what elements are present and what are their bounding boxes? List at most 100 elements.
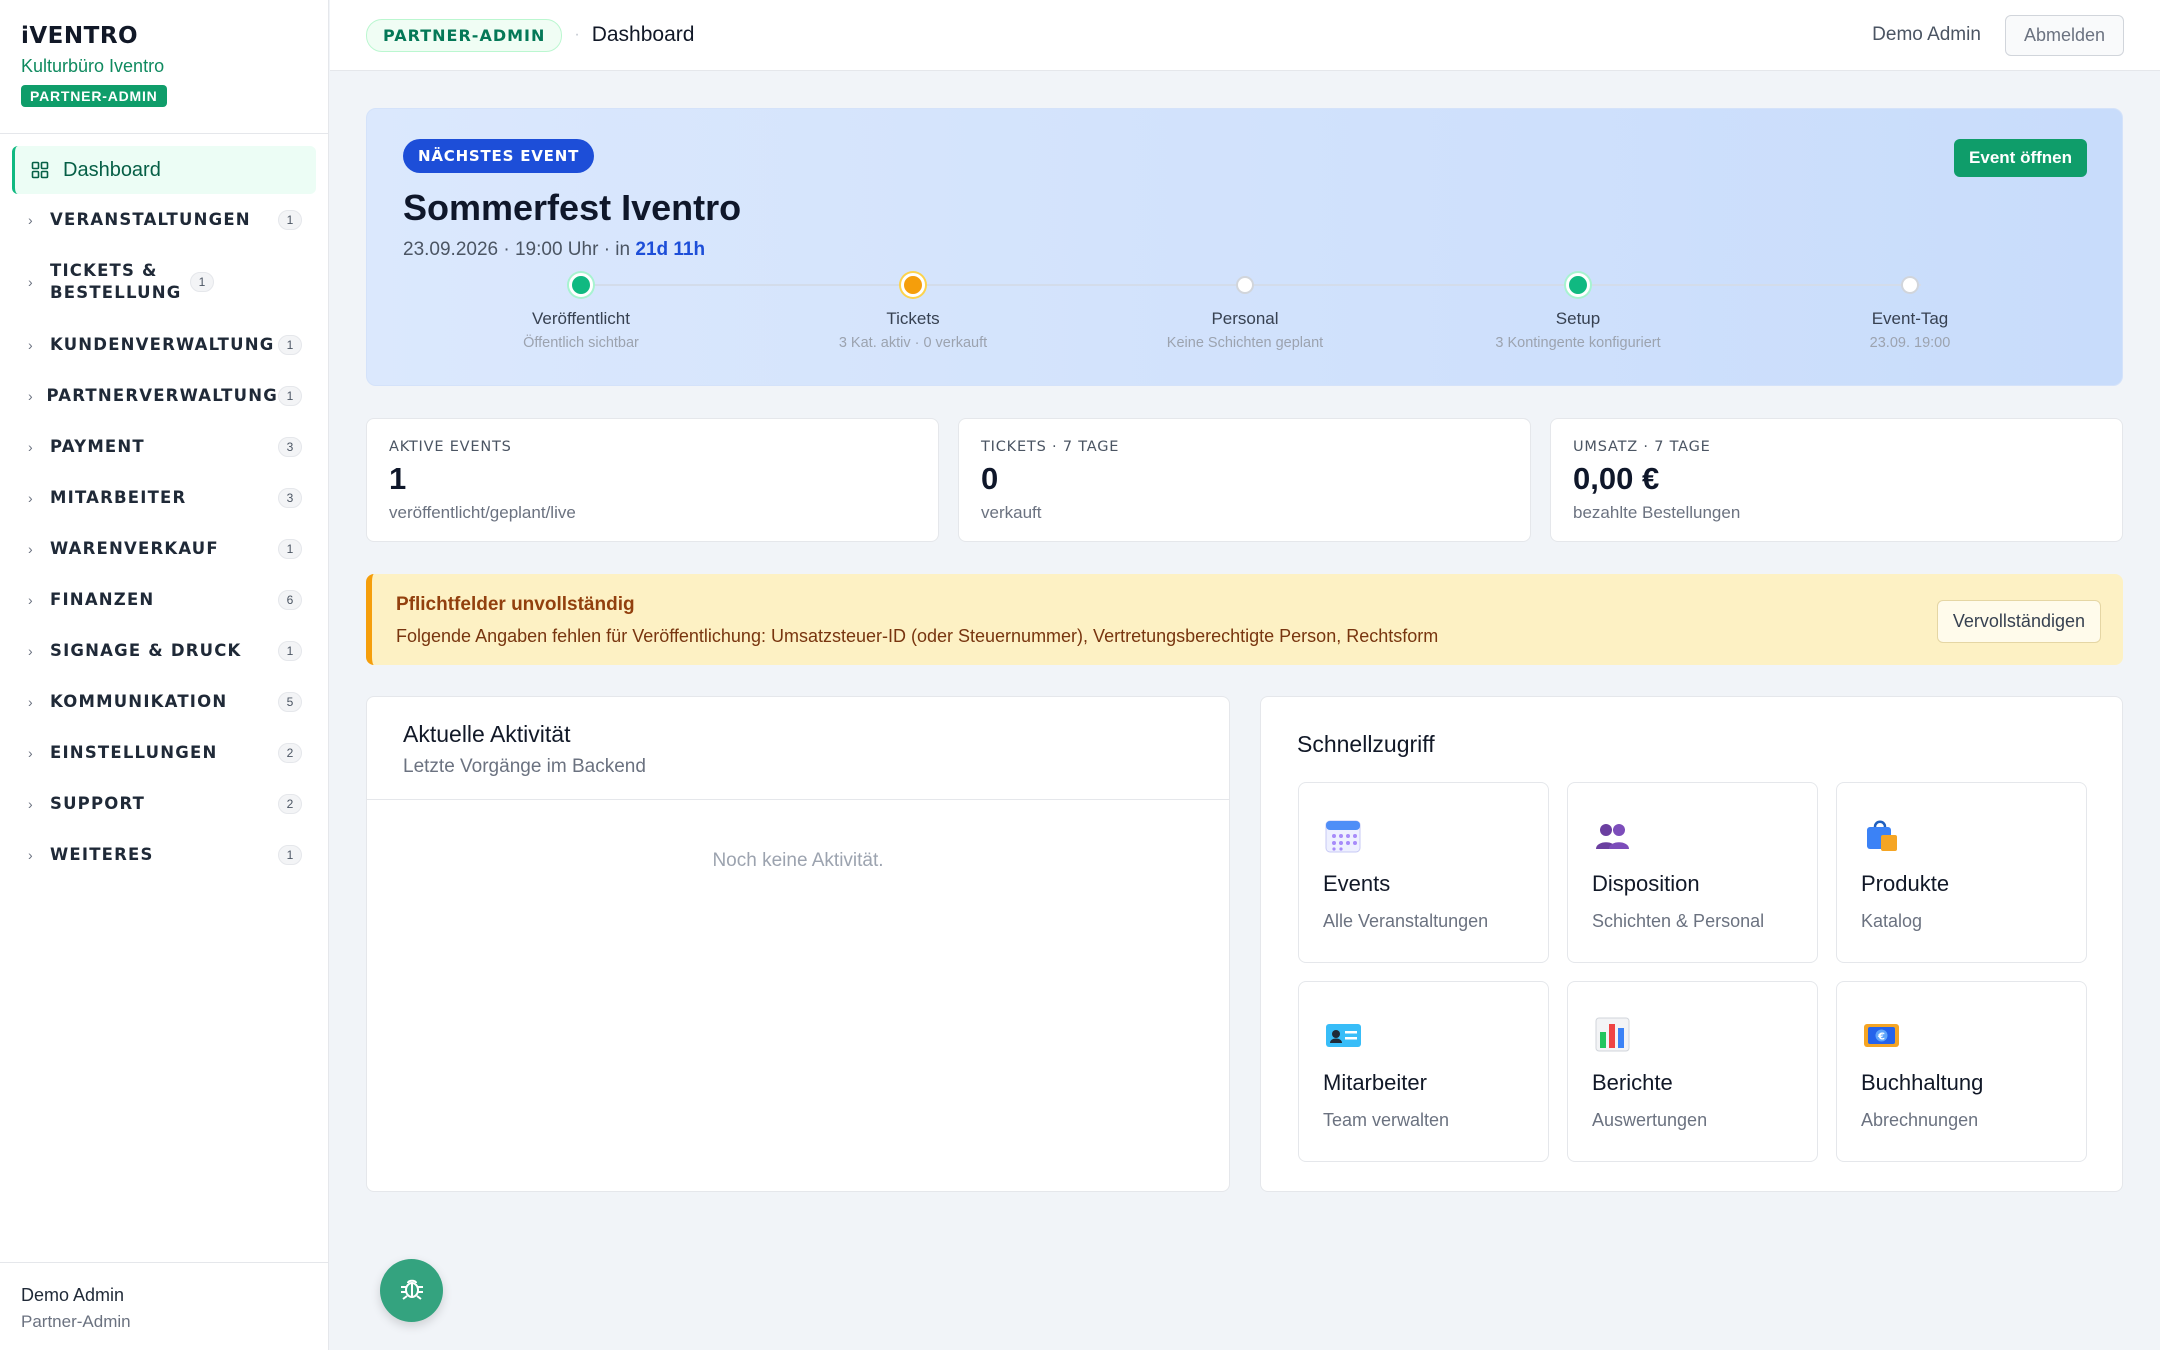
quick-tile-disposition[interactable]: Disposition Schichten & Personal (1567, 782, 1818, 963)
event-title: Sommerfest Iventro (403, 187, 742, 228)
quick-access-panel: Schnellzugriff Events Alle Veranstaltung… (1260, 696, 2123, 1192)
step-label: Setup (1555, 309, 1601, 328)
alert-title: Pflichtfelder unvollständig (396, 594, 635, 615)
step-personal: Personal Keine Schichten geplant (1095, 273, 1395, 351)
step-sub: 3 Kontingente konfiguriert (1495, 335, 1661, 351)
sidebar-item-dashboard[interactable]: Dashboard (12, 146, 316, 194)
people-icon (1592, 815, 1632, 855)
sidebar: iVENTRO Kulturbüro Iventro PARTNER-ADMIN… (0, 0, 329, 1350)
sidebar-group-partnerverwaltung[interactable]: › PARTNERVERWALTUNG 1 (12, 370, 316, 421)
step-sub: Keine Schichten geplant (1166, 335, 1324, 351)
tile-sub: Katalog (1861, 911, 1923, 931)
sidebar-group-label: SIGNAGE & DRUCK (50, 640, 242, 660)
stat-card-active-events: AKTIVE EVENTS 1 veröffentlicht/geplant/l… (366, 418, 939, 542)
count-badge: 1 (190, 272, 214, 292)
sidebar-group-label: PARTNERVERWALTUNG (46, 385, 278, 405)
event-date: 23.09.2026 · 19:00 Uhr · in (403, 239, 636, 260)
id-card-icon (1323, 1014, 1363, 1054)
sidebar-group-tickets[interactable]: › TICKETS & BESTELLUNG 1 (12, 245, 316, 319)
stat-card-tickets: TICKETS · 7 TAGE 0 verkauft (958, 418, 1531, 542)
sidebar-group-kundenverwaltung[interactable]: › KUNDENVERWALTUNG 1 (12, 319, 316, 370)
sidebar-user: Demo Admin Partner-Admin (0, 1262, 328, 1350)
quick-tile-mitarbeiter[interactable]: Mitarbeiter Team verwalten (1298, 981, 1549, 1162)
count-badge: 1 (278, 538, 302, 559)
role-badge: PARTNER-ADMIN (21, 85, 167, 107)
missing-fields-alert: Pflichtfelder unvollständig Folgende Ang… (366, 574, 2123, 665)
sidebar-group-weiteres[interactable]: › WEITERES 1 (12, 829, 316, 880)
open-event-button[interactable]: Event öffnen (1954, 139, 2087, 177)
chevron-right-icon: › (28, 336, 33, 353)
tile-name: Berichte (1592, 1070, 1673, 1095)
tile-name: Produkte (1861, 871, 1950, 896)
sidebar-group-mitarbeiter[interactable]: › MITARBEITER 3 (12, 472, 316, 523)
activity-header: Aktuelle Aktivität Letzte Vorgänge im Ba… (367, 697, 1229, 800)
chevron-right-icon: › (28, 693, 33, 710)
role-pill: PARTNER-ADMIN (366, 18, 563, 52)
step-status-dot (569, 273, 593, 297)
sidebar-group-veranstaltungen[interactable]: › VERANSTALTUNGEN 1 (12, 194, 316, 245)
count-badge: 5 (278, 691, 302, 712)
sidebar-group-label: TICKETS & BESTELLUNG (50, 261, 182, 302)
activity-panel: Aktuelle Aktivität Letzte Vorgänge im Ba… (366, 696, 1230, 1192)
quick-tile-produkte[interactable]: Produkte Katalog (1836, 782, 2087, 963)
tile-name: Buchhaltung (1861, 1070, 1984, 1095)
sidebar-group-label: WEITERES (50, 844, 154, 864)
stat-value: 0,00 € (1573, 461, 1660, 496)
step-sub: Öffentlich sichtbar (523, 335, 639, 351)
sidebar-group-finanzen[interactable]: › FINANZEN 6 (12, 574, 316, 625)
bug-icon (398, 1274, 426, 1307)
tile-sub: Schichten & Personal (1592, 911, 1765, 931)
next-event-card: NÄCHSTES EVENT Event öffnen Sommerfest I… (366, 108, 2123, 386)
step-status-dot (1901, 276, 1919, 294)
activity-subtitle: Letzte Vorgänge im Backend (403, 756, 646, 777)
step-setup: Setup 3 Kontingente konfiguriert (1428, 273, 1728, 351)
organization-name: Kulturbüro Iventro (21, 56, 165, 76)
sidebar-group-label: FINANZEN (50, 589, 155, 609)
user-name: Demo Admin (21, 1285, 125, 1305)
chevron-right-icon: › (28, 846, 33, 863)
tile-sub: Alle Veranstaltungen (1323, 911, 1489, 931)
chevron-right-icon: › (28, 387, 33, 404)
step-status-dot (1236, 276, 1254, 294)
sidebar-group-payment[interactable]: › PAYMENT 3 (12, 421, 316, 472)
count-badge: 2 (278, 742, 302, 763)
brand: iVENTRO Kulturbüro Iventro PARTNER-ADMIN (0, 0, 328, 134)
quick-access-title: Schnellzugriff (1297, 731, 1435, 757)
stat-sub: veröffentlicht/geplant/live (389, 503, 576, 522)
quick-tile-berichte[interactable]: Berichte Auswertungen (1567, 981, 1818, 1162)
tile-sub: Auswertungen (1592, 1110, 1708, 1130)
stat-sub: bezahlte Bestellungen (1573, 503, 1741, 522)
logout-button[interactable]: Abmelden (2004, 14, 2124, 56)
step-status-dot (901, 273, 925, 297)
count-badge: 1 (278, 334, 302, 355)
sidebar-group-einstellungen[interactable]: › EINSTELLUNGEN 2 (12, 727, 316, 778)
sidebar-group-signage[interactable]: › SIGNAGE & DRUCK 1 (12, 625, 316, 676)
stat-label: UMSATZ · 7 TAGE (1573, 439, 1711, 455)
sidebar-group-label: MITARBEITER (50, 487, 187, 507)
grid-icon (31, 161, 49, 179)
count-badge: 1 (278, 209, 302, 230)
sidebar-group-label: KOMMUNIKATION (50, 691, 228, 711)
quick-tile-buchhaltung[interactable]: € Buchhaltung Abrechnungen (1836, 981, 2087, 1162)
page-title: Dashboard (591, 23, 695, 46)
step-sub: 3 Kat. aktiv · 0 verkauft (838, 335, 988, 351)
sidebar-group-support[interactable]: › SUPPORT 2 (12, 778, 316, 829)
step-status-dot (1566, 273, 1590, 297)
sidebar-group-label: SUPPORT (50, 793, 146, 813)
sidebar-group-label: WARENVERKAUF (50, 538, 219, 558)
shopping-bag-icon (1861, 815, 1901, 855)
tile-name: Disposition (1592, 871, 1700, 896)
count-badge: 3 (278, 487, 302, 508)
count-badge: 2 (278, 793, 302, 814)
quick-tile-events[interactable]: Events Alle Veranstaltungen (1298, 782, 1549, 963)
brand-logo[interactable]: iVENTRO (21, 22, 307, 50)
sidebar-group-kommunikation[interactable]: › KOMMUNIKATION 5 (12, 676, 316, 727)
sidebar-group-label: VERANSTALTUNGEN (50, 209, 251, 229)
topbar: PARTNER-ADMIN · Dashboard Demo Admin Abm… (330, 0, 2160, 71)
complete-button[interactable]: Vervollständigen (1936, 600, 2101, 643)
bug-report-button[interactable] (380, 1259, 443, 1322)
sidebar-group-warenverkauf[interactable]: › WARENVERKAUF 1 (12, 523, 316, 574)
calendar-icon (1323, 815, 1363, 855)
sidebar-group-label: EINSTELLUNGEN (50, 742, 218, 762)
chevron-right-icon: › (28, 540, 33, 557)
